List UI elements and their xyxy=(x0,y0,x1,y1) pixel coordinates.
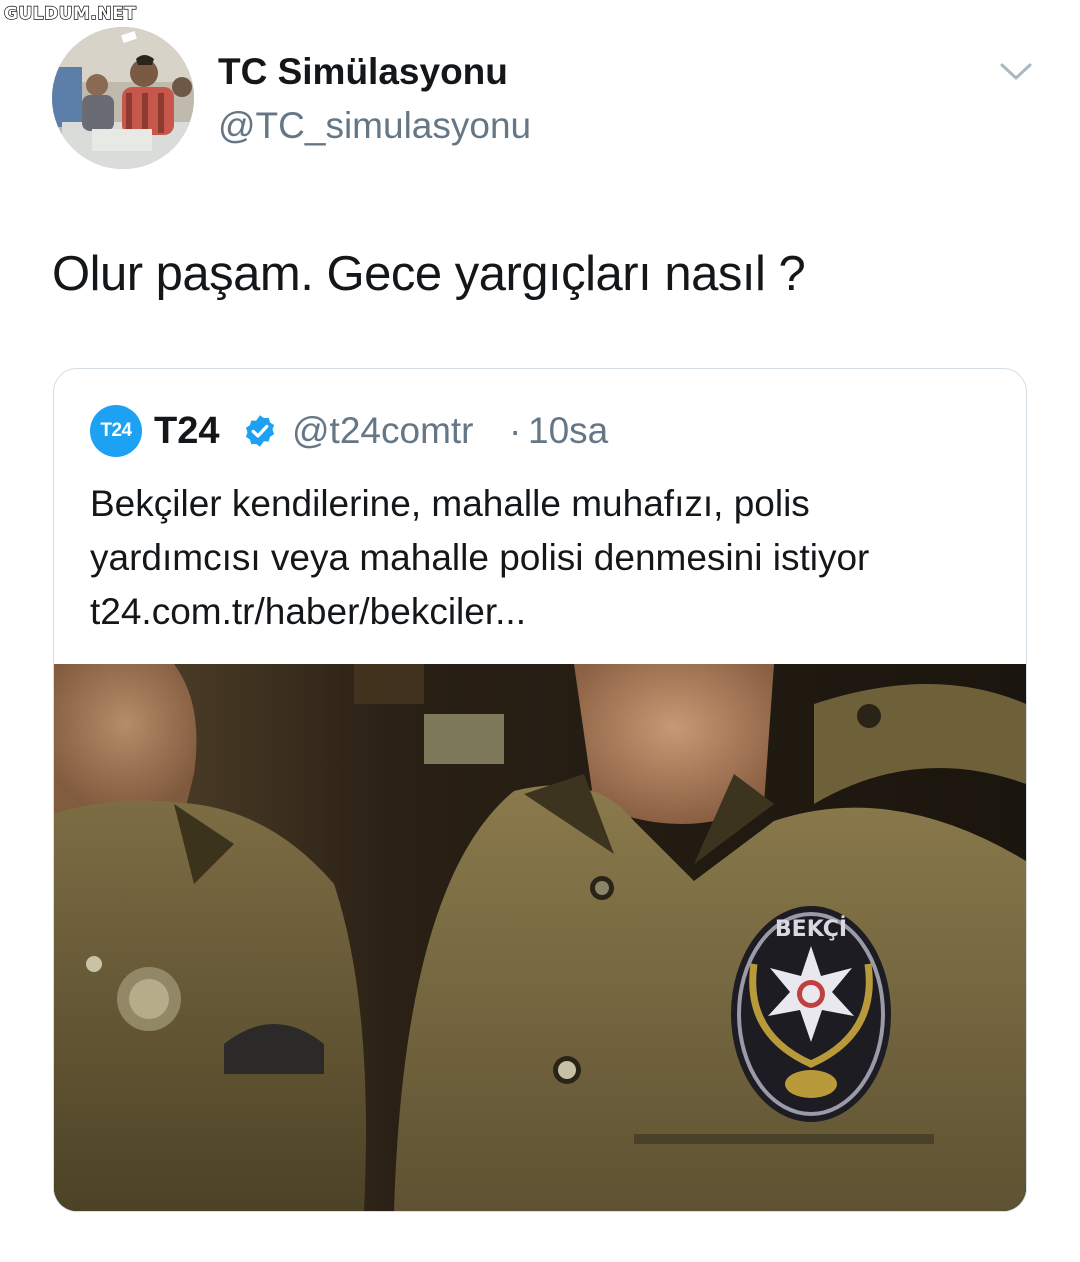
verified-badge-icon xyxy=(245,415,275,447)
patch-text: BEKÇİ xyxy=(775,916,847,942)
quoted-timestamp[interactable]: 10sa xyxy=(528,407,608,455)
quoted-display-name[interactable]: T24 xyxy=(154,407,219,455)
t24-logo-avatar[interactable]: T24 xyxy=(90,405,142,457)
watermark-logo: GULDUM.NET xyxy=(3,3,137,24)
quoted-handle[interactable]: @t24comtr xyxy=(292,407,474,455)
display-name[interactable]: TC Simülasyonu xyxy=(218,50,508,94)
avatar[interactable] xyxy=(52,27,194,169)
quoted-text-line: yardımcısı veya mahalle polisi denmesini… xyxy=(90,537,870,578)
quoted-tweet-photo[interactable]: BEKÇİ xyxy=(54,664,1026,1211)
user-handle[interactable]: @TC_simulasyonu xyxy=(218,104,531,148)
chevron-down-icon[interactable] xyxy=(998,56,1034,86)
quoted-tweet-text: Bekçiler kendilerine, mahalle muhafızı, … xyxy=(90,477,1010,639)
quoted-link[interactable]: t24.com.tr/haber/bekciler... xyxy=(90,585,1010,639)
meta-separator: · xyxy=(509,410,522,451)
quoted-tweet-card[interactable]: T24 T24 @t24comtr · 10sa Bekçiler kendil… xyxy=(53,368,1027,1212)
tweet-text: Olur paşam. Gece yargıçları nasıl ? xyxy=(52,247,806,301)
quoted-text-line: Bekçiler kendilerine, mahalle muhafızı, … xyxy=(90,483,810,524)
